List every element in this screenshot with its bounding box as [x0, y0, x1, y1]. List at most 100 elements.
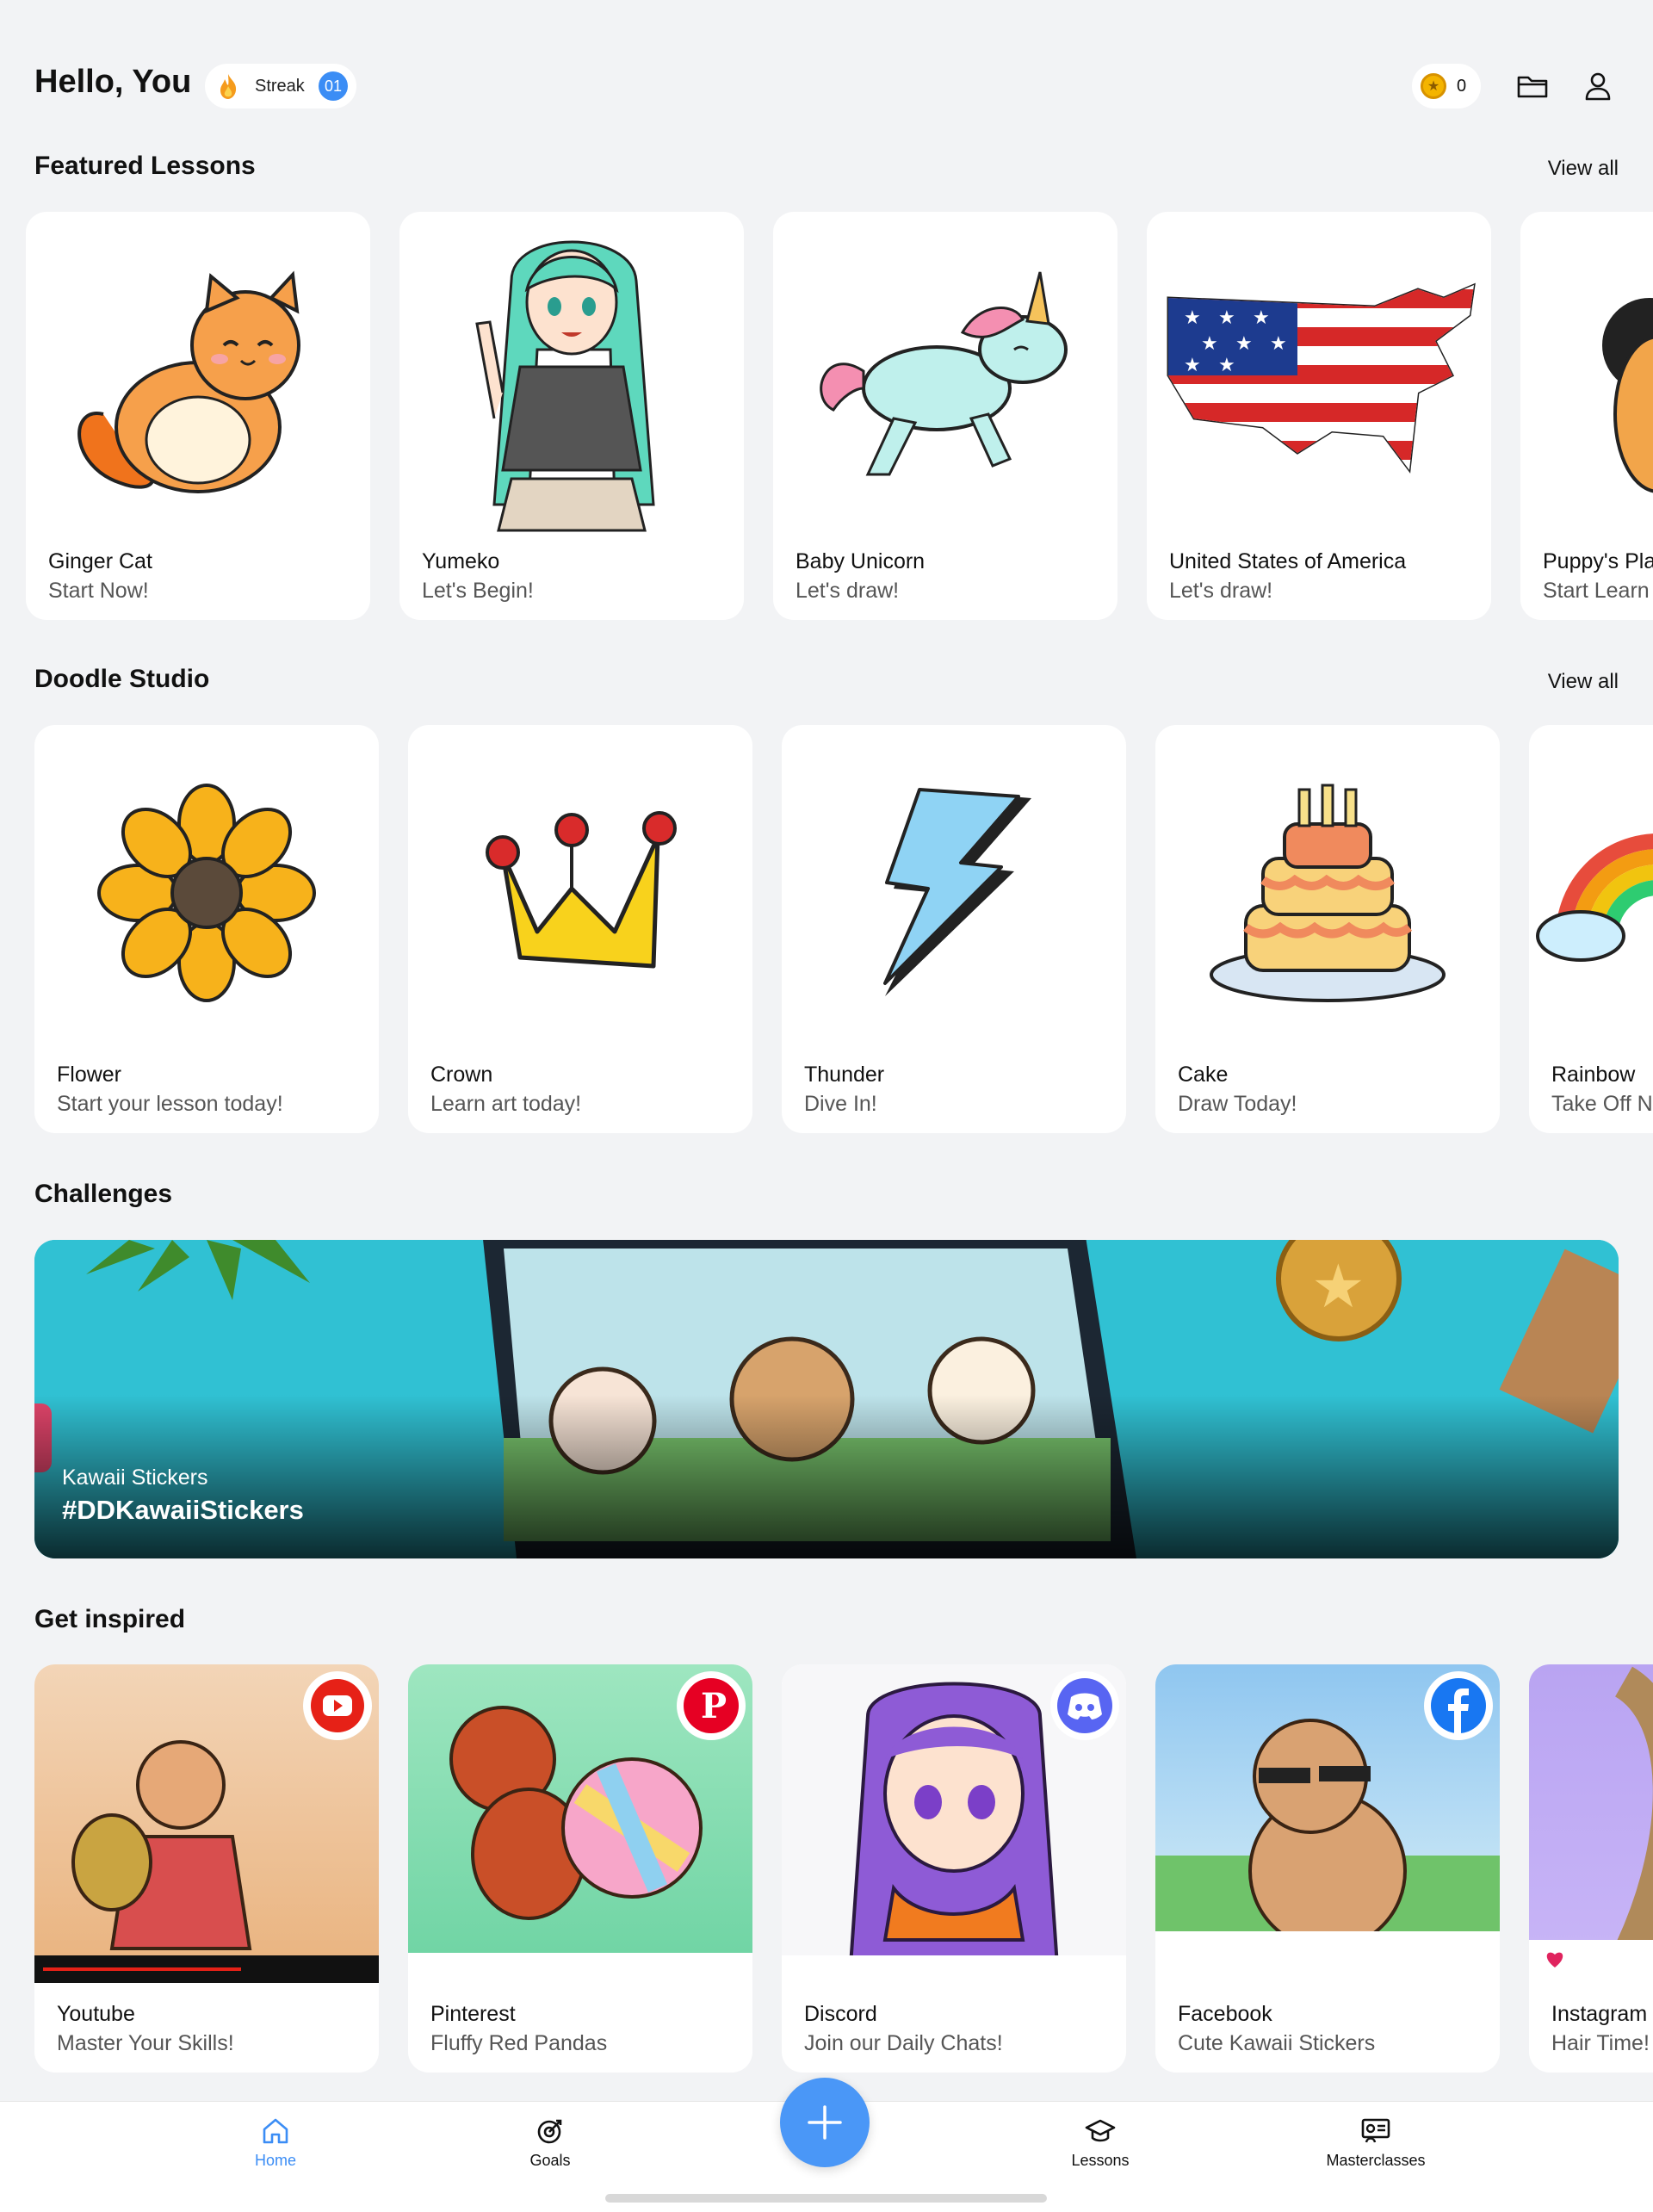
facebook-cat-illustration: [1155, 1664, 1500, 1983]
doodle-view-all-link[interactable]: View all: [1548, 670, 1619, 694]
nav-label: Home: [254, 2152, 296, 2169]
card-title: Thunder: [804, 1063, 885, 1087]
svg-text:★: ★: [1253, 307, 1270, 329]
greeting: Hello, You: [34, 64, 192, 100]
header: Hello, You Streak 01 ★ 0: [0, 0, 1653, 146]
card-subtitle: Let's draw!: [1169, 579, 1273, 603]
discord-anime-illustration: [782, 1664, 1126, 1983]
puppy-illustration: [1520, 212, 1653, 548]
cake-illustration: [1155, 725, 1500, 1061]
discord-icon: [1050, 1671, 1119, 1740]
card-title: Baby Unicorn: [796, 549, 926, 573]
challenge-label: Kawaii Stickers: [62, 1465, 208, 1490]
inspire-card-pinterest[interactable]: P Pinterest Fluffy Red Pandas: [408, 1664, 752, 2073]
coin-count: 0: [1457, 76, 1467, 96]
doodle-card-crown[interactable]: Crown Learn art today!: [408, 725, 752, 1133]
card-subtitle: Start your lesson today!: [57, 1092, 283, 1116]
card-subtitle: Fluffy Red Pandas: [430, 2031, 608, 2055]
home-icon: [263, 2118, 288, 2144]
card-subtitle: Cute Kawaii Stickers: [1178, 2031, 1376, 2055]
card-subtitle: Start Now!: [48, 579, 149, 603]
svg-text:★: ★: [1184, 355, 1201, 376]
card-subtitle: Master Your Skills!: [57, 2031, 234, 2055]
card-title: Flower: [57, 1063, 122, 1087]
pinterest-icon: P: [677, 1671, 746, 1740]
nav-lessons[interactable]: Lessons: [1031, 2116, 1169, 2170]
create-button[interactable]: [780, 2078, 870, 2167]
goals-icon: [537, 2119, 562, 2144]
featured-view-all-link[interactable]: View all: [1548, 157, 1619, 181]
streak-label: Streak: [255, 76, 305, 96]
inspire-card-instagram[interactable]: Instagram Hair Time!: [1529, 1664, 1653, 2073]
doodle-card-rainbow[interactable]: Rainbow Take Off N: [1529, 725, 1653, 1133]
svg-text:★: ★: [1184, 307, 1201, 329]
svg-text:★: ★: [1311, 1251, 1365, 1322]
challenge-hashtag: #DDKawaiiStickers: [62, 1495, 304, 1525]
inspire-card-facebook[interactable]: Facebook Cute Kawaii Stickers: [1155, 1664, 1500, 2073]
nav-label: Goals: [529, 2152, 571, 2169]
card-subtitle: Let's draw!: [796, 579, 900, 603]
folder-icon[interactable]: [1515, 69, 1550, 103]
nav-home[interactable]: Home: [207, 2116, 344, 2170]
card-title: Pinterest: [430, 2002, 516, 2026]
crown-illustration: [408, 725, 752, 1061]
profile-icon[interactable]: [1581, 69, 1615, 103]
home-indicator[interactable]: [605, 2194, 1047, 2203]
card-subtitle: Join our Daily Chats!: [804, 2031, 1003, 2055]
lesson-card-puppy[interactable]: Puppy's Pla Start Learn: [1520, 212, 1653, 620]
coin-icon: ★: [1421, 73, 1446, 99]
svg-text:★: ★: [1218, 307, 1235, 329]
featured-lessons-row[interactable]: Ginger Cat Start Now! Yumeko Let's Begin…: [0, 212, 1653, 620]
masterclasses-icon: [1361, 2118, 1390, 2143]
card-title: United States of America: [1169, 549, 1407, 573]
flame-icon: [220, 74, 237, 99]
card-subtitle: Let's Begin!: [422, 579, 534, 603]
inspire-card-discord[interactable]: Discord Join our Daily Chats!: [782, 1664, 1126, 2073]
card-subtitle: Take Off N: [1551, 1092, 1653, 1116]
flower-illustration: [34, 725, 379, 1061]
lesson-card-yumeko[interactable]: Yumeko Let's Begin!: [399, 212, 744, 620]
nav-goals[interactable]: Goals: [481, 2116, 619, 2170]
svg-text:★: ★: [1235, 333, 1253, 355]
streak-badge[interactable]: Streak 01: [205, 64, 356, 108]
thunder-illustration: [782, 725, 1126, 1061]
get-inspired-row[interactable]: Youtube Master Your Skills! P Pinterest …: [0, 1664, 1653, 2073]
doodle-card-thunder[interactable]: Thunder Dive In!: [782, 725, 1126, 1133]
nav-label: Lessons: [1071, 2152, 1130, 2169]
card-subtitle: Draw Today!: [1178, 1092, 1297, 1116]
nav-masterclasses[interactable]: Masterclasses: [1307, 2116, 1445, 2170]
ginger-cat-illustration: [26, 212, 370, 548]
svg-text:★: ★: [1218, 355, 1235, 376]
card-subtitle: Learn art today!: [430, 1092, 582, 1116]
card-subtitle: Dive In!: [804, 1092, 877, 1116]
yumeko-illustration: [399, 212, 744, 548]
card-title: Facebook: [1178, 2002, 1272, 2026]
lesson-card-baby-unicorn[interactable]: Baby Unicorn Let's draw!: [773, 212, 1117, 620]
challenge-banner-kawaii-stickers[interactable]: ★ Kawaii Stickers #DDKawaiiStickers: [34, 1240, 1619, 1558]
card-title: Puppy's Pla: [1543, 549, 1653, 573]
pinterest-panda-illustration: P: [408, 1664, 752, 1983]
get-inspired-title: Get inspired: [34, 1605, 186, 1633]
card-subtitle: Hair Time!: [1551, 2031, 1650, 2055]
card-title: Crown: [430, 1063, 493, 1087]
coin-balance[interactable]: ★ 0: [1412, 64, 1481, 108]
lesson-card-ginger-cat[interactable]: Ginger Cat Start Now!: [26, 212, 370, 620]
facebook-icon: [1424, 1671, 1493, 1740]
card-title: Instagram: [1551, 2002, 1648, 2026]
card-title: Rainbow: [1551, 1063, 1636, 1087]
featured-lessons-title: Featured Lessons: [34, 152, 256, 180]
baby-unicorn-illustration: [773, 212, 1117, 548]
doodle-card-cake[interactable]: Cake Draw Today!: [1155, 725, 1500, 1133]
card-title: Youtube: [57, 2002, 135, 2026]
svg-text:P: P: [701, 1686, 727, 1726]
doodle-card-flower[interactable]: Flower Start your lesson today!: [34, 725, 379, 1133]
rainbow-illustration: [1529, 725, 1653, 1061]
nav-label: Masterclasses: [1326, 2152, 1426, 2169]
card-title: Ginger Cat: [48, 549, 152, 573]
doodle-studio-row[interactable]: Flower Start your lesson today! Crown Le…: [0, 725, 1653, 1133]
inspire-card-youtube[interactable]: Youtube Master Your Skills!: [34, 1664, 379, 2073]
card-title: Discord: [804, 2002, 877, 2026]
lesson-card-usa[interactable]: ★ ★ ★ ★ ★ ★ ★ ★ United States of America Let'…: [1147, 212, 1491, 620]
doodle-studio-title: Doodle Studio: [34, 665, 210, 693]
svg-text:★: ★: [1270, 333, 1287, 355]
